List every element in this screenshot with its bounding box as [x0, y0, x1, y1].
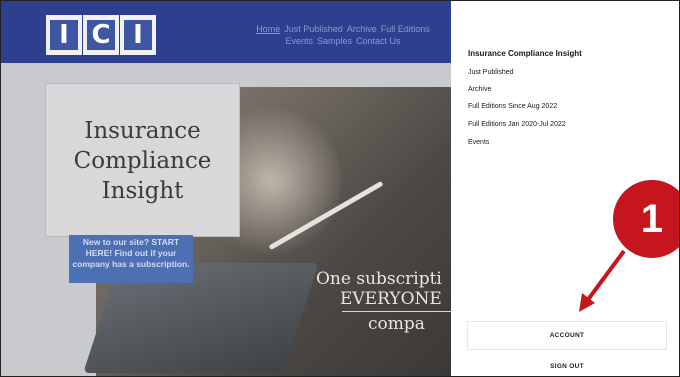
arrow-shaft [585, 249, 626, 303]
annotation-arrow [579, 249, 626, 312]
screenshot-frame: I C I Home Just Published Archive Full Edit… [0, 0, 680, 377]
